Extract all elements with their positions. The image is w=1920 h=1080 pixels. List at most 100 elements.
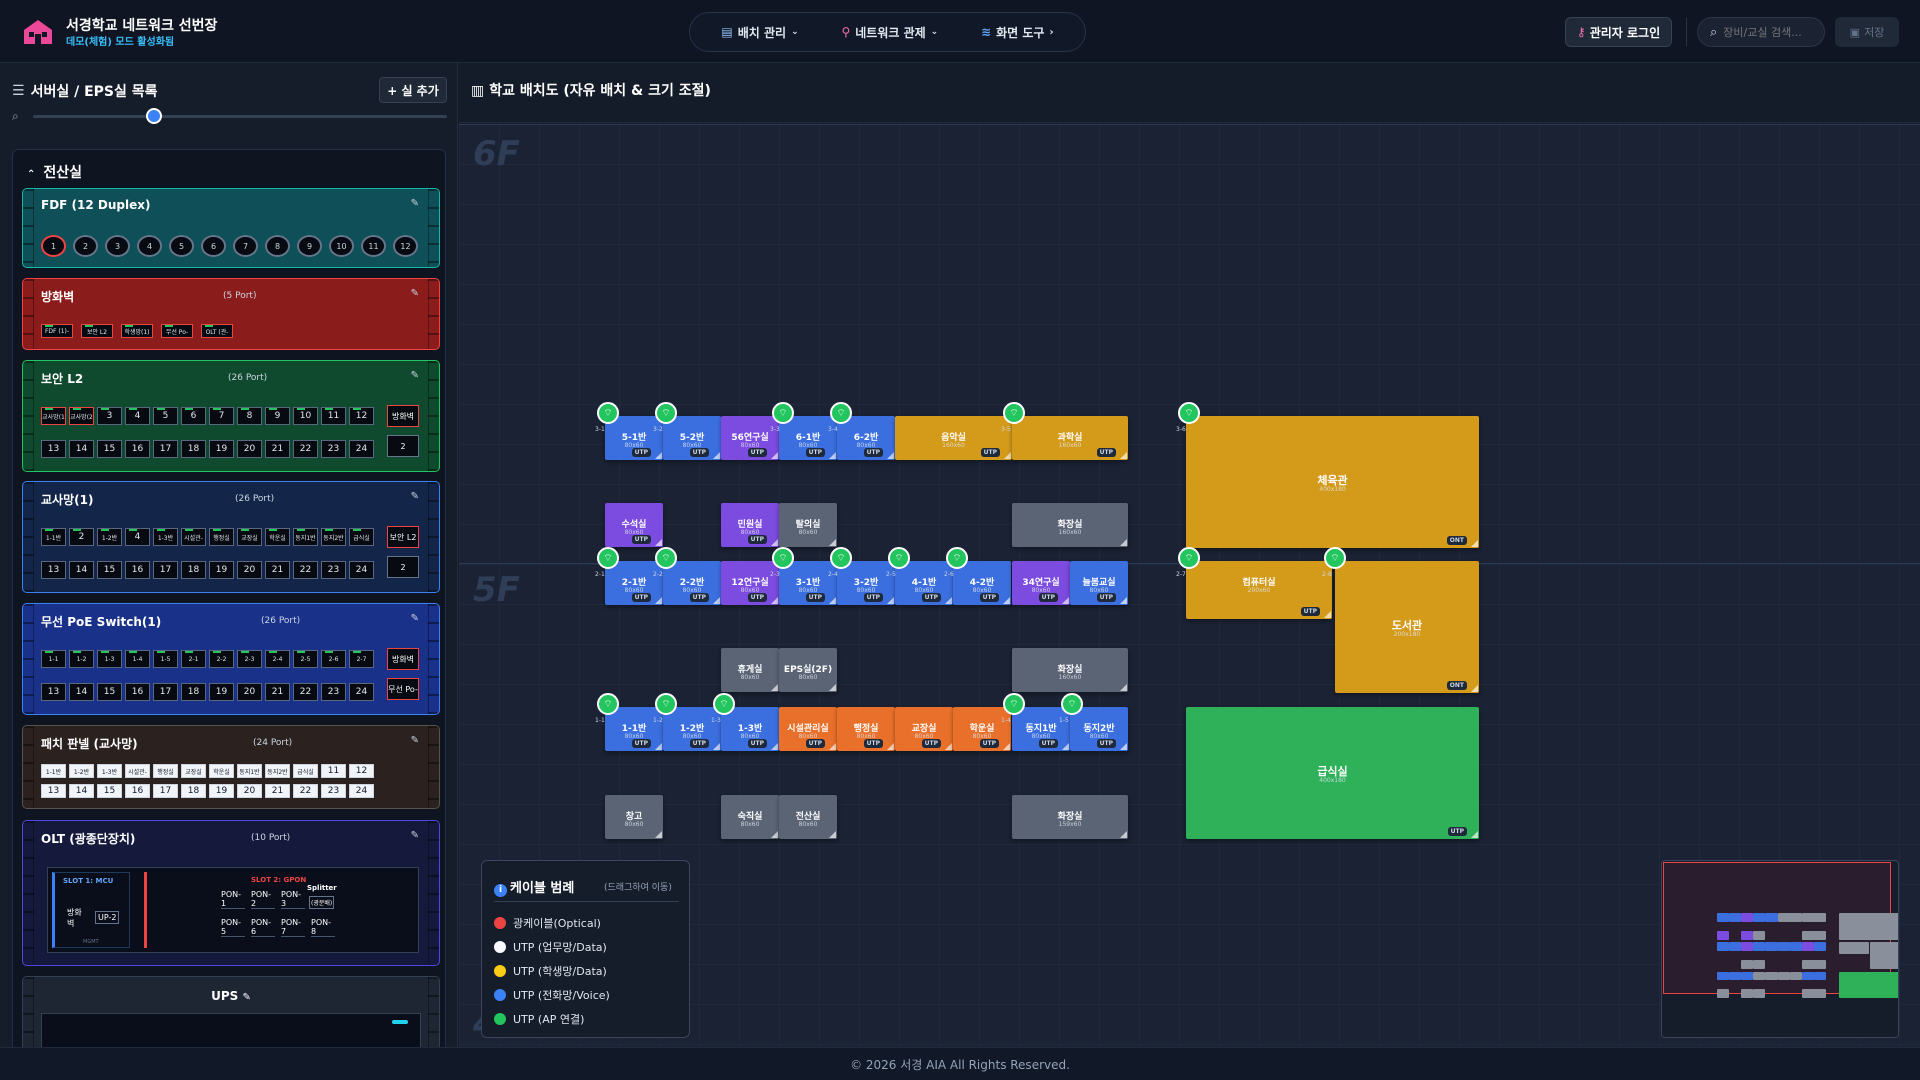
ap-wifi-icon[interactable]: ⌔ xyxy=(1003,693,1025,715)
switch-port[interactable]: 13 xyxy=(41,561,66,579)
edit-icon[interactable]: ✎ xyxy=(411,288,419,299)
switch-port[interactable]: 행정실 xyxy=(153,764,178,778)
rack-fdf[interactable]: FDF (12 Duplex) ✎ 1 2 3 4 5 6 7 8 9 10 11 12 xyxy=(22,188,440,268)
uplink-port-2[interactable]: 2 xyxy=(387,435,419,457)
resize-handle[interactable] xyxy=(771,539,778,546)
cable-legend[interactable]: i 케이블 범례 (드래그하여 이동) 광케이블(Optical) UTP (업무망… xyxy=(481,860,690,1038)
uplink-port-2[interactable]: 무선 Po- xyxy=(387,678,419,700)
pon-port[interactable]: PON-8 xyxy=(311,918,335,937)
switch-port[interactable]: 24 xyxy=(349,784,374,798)
switch-port[interactable]: 17 xyxy=(153,561,178,579)
room-block[interactable]: 늘봄교실 80x60 UTP xyxy=(1070,561,1128,605)
switch-port[interactable]: 4 xyxy=(125,528,150,546)
room-block[interactable]: 급식실 400x180 UTP xyxy=(1186,707,1479,839)
switch-port[interactable]: 17 xyxy=(153,683,178,701)
switch-port[interactable]: 14 xyxy=(69,440,94,458)
edit-icon[interactable]: ✎ xyxy=(411,613,419,624)
switch-port[interactable]: 20 xyxy=(237,784,262,798)
switch-port[interactable]: 2-2 xyxy=(209,650,234,668)
switch-port[interactable]: 13 xyxy=(41,683,66,701)
switch-port[interactable]: 24 xyxy=(349,561,374,579)
room-block[interactable]: 탈의실 80x60 xyxy=(779,503,837,547)
switch-port[interactable]: 19 xyxy=(209,561,234,579)
switch-port[interactable]: 1-3반 xyxy=(153,528,178,546)
resize-handle[interactable] xyxy=(1062,743,1069,750)
resize-handle[interactable] xyxy=(1120,743,1127,750)
switch-port[interactable]: 23 xyxy=(321,561,346,579)
add-room-button[interactable]: + 실 추가 xyxy=(379,77,447,103)
ap-wifi-icon[interactable]: ⌔ xyxy=(713,693,735,715)
switch-port[interactable]: 1-3 xyxy=(97,650,122,668)
resize-handle[interactable] xyxy=(1120,684,1127,691)
switch-port[interactable]: 16 xyxy=(125,561,150,579)
room-block[interactable]: 56연구실 80x60 UTP xyxy=(721,416,779,460)
switch-port[interactable]: 21 xyxy=(265,784,290,798)
pon-port[interactable]: PON-5 xyxy=(221,918,245,937)
edit-icon[interactable]: ✎ xyxy=(411,491,419,502)
resize-handle[interactable] xyxy=(655,539,662,546)
switch-port[interactable]: 동지1반 xyxy=(237,764,262,778)
switch-port[interactable]: 23 xyxy=(321,683,346,701)
olt-uplink-2[interactable]: UP-2 xyxy=(95,911,120,924)
switch-port[interactable]: 시설관- xyxy=(181,528,206,546)
switch-port[interactable]: 1-2반 xyxy=(97,528,122,546)
resize-handle[interactable] xyxy=(655,743,662,750)
switch-port[interactable]: 24 xyxy=(349,683,374,701)
resize-handle[interactable] xyxy=(713,597,720,604)
resize-handle[interactable] xyxy=(887,452,894,459)
room-block[interactable]: 5-2반 80x60 UTP xyxy=(663,416,721,460)
rack-security-l2[interactable]: 보안 L2 (26 Port) ✎ 교사망(1 교사망(2 3 4 5 6 7 8 9 10 11 1… xyxy=(22,360,440,472)
edit-icon[interactable]: ✎ xyxy=(242,992,250,1003)
resize-handle[interactable] xyxy=(887,597,894,604)
room-block[interactable]: 행정실 80x60 UTP xyxy=(837,707,895,751)
switch-port[interactable]: 14 xyxy=(69,683,94,701)
switch-port[interactable]: 1-1 xyxy=(41,650,66,668)
switch-port[interactable]: 동지2반 xyxy=(321,528,346,546)
room-block[interactable]: 34연구실 80x60 UTP xyxy=(1012,561,1070,605)
minimap[interactable] xyxy=(1661,860,1899,1038)
resize-handle[interactable] xyxy=(655,452,662,459)
resize-handle[interactable] xyxy=(771,684,778,691)
switch-port[interactable]: 15 xyxy=(97,784,122,798)
room-block[interactable]: 휴게실 80x60 xyxy=(721,648,779,692)
room-block[interactable]: 1-2반 80x60 UTP xyxy=(663,707,721,751)
pon-port[interactable]: PON-1 xyxy=(221,890,245,909)
resize-handle[interactable] xyxy=(1062,597,1069,604)
switch-port[interactable]: 14 xyxy=(69,561,94,579)
firewall-port[interactable]: 무선 Po- xyxy=(161,324,193,338)
fdf-port[interactable]: 11 xyxy=(361,235,386,257)
uplink-port-1[interactable]: 보안 L2 xyxy=(387,526,419,548)
fdf-port[interactable]: 4 xyxy=(137,235,162,257)
edit-icon[interactable]: ✎ xyxy=(411,735,419,746)
switch-port[interactable]: 9 xyxy=(265,407,290,425)
ap-wifi-icon[interactable]: ⌔ xyxy=(1061,693,1083,715)
fdf-port[interactable]: 8 xyxy=(265,235,290,257)
zoom-slider-handle[interactable] xyxy=(146,108,162,124)
switch-port[interactable]: 13 xyxy=(41,440,66,458)
switch-port[interactable]: 6 xyxy=(181,407,206,425)
resize-handle[interactable] xyxy=(829,684,836,691)
room-block[interactable]: 화장실 159x60 xyxy=(1012,795,1128,839)
pon-port[interactable]: PON-3 xyxy=(281,890,305,909)
switch-port[interactable]: 교사망(2 xyxy=(69,407,94,425)
ap-wifi-icon[interactable]: ⌔ xyxy=(772,547,794,569)
switch-port[interactable]: 20 xyxy=(237,440,262,458)
room-block[interactable]: 전산실 80x60 xyxy=(779,795,837,839)
switch-port[interactable]: 17 xyxy=(153,784,178,798)
switch-port[interactable]: 14 xyxy=(69,784,94,798)
room-block[interactable]: 시설관리실 80x60 UTP xyxy=(779,707,837,751)
switch-port[interactable]: 교장실 xyxy=(237,528,262,546)
resize-handle[interactable] xyxy=(771,597,778,604)
switch-port[interactable]: 23 xyxy=(321,784,346,798)
room-block[interactable]: 창고 80x60 xyxy=(605,795,663,839)
resize-handle[interactable] xyxy=(1120,452,1127,459)
room-block[interactable]: 숙직실 80x60 xyxy=(721,795,779,839)
nav-screen-tools[interactable]: ≋ 화면 도구 › xyxy=(981,24,1054,41)
firewall-port[interactable]: 학생망(1) xyxy=(121,324,153,338)
rack-firewall[interactable]: 방화벽 (5 Port) ✎ FDF (1)- 보안 L2 학생망(1) 무선 Po-… xyxy=(22,278,440,350)
switch-port[interactable]: 16 xyxy=(125,784,150,798)
switch-port[interactable]: 2-3 xyxy=(237,650,262,668)
resize-handle[interactable] xyxy=(713,452,720,459)
room-block[interactable]: 12연구실 80x60 UTP xyxy=(721,561,779,605)
fdf-port[interactable]: 1 xyxy=(41,235,66,257)
